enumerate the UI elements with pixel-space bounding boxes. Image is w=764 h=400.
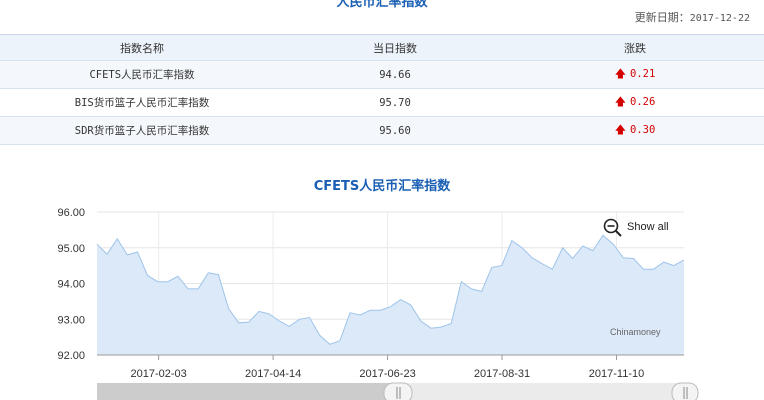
- index-value: 94.66: [284, 60, 506, 89]
- y-tick-label: 95.00: [57, 243, 85, 255]
- update-date: 2017-12-22: [689, 13, 750, 24]
- show-all-button[interactable]: Show all: [603, 218, 669, 237]
- up-arrow-icon: 🡅: [614, 67, 626, 80]
- y-tick-label: 92.00: [57, 350, 85, 362]
- area-fill: [97, 235, 684, 355]
- update-label: 更新日期：: [634, 11, 690, 24]
- header-change: 涨跌: [506, 34, 764, 61]
- y-tick-label: 93.00: [57, 314, 85, 326]
- table-header-row: 指数名称 当日指数 涨跌: [0, 34, 764, 61]
- index-change: 🡅 0.30: [506, 116, 764, 145]
- table-row: SDR货币篮子人民币汇率指数 95.60 🡅 0.30: [0, 116, 764, 145]
- change-value: 0.21: [630, 68, 656, 80]
- range-navigator: [97, 382, 699, 400]
- x-tick-label: 2017-08-31: [474, 368, 530, 380]
- chart-credit: Chinamoney: [610, 327, 661, 337]
- x-tick-label: 2017-02-03: [130, 368, 186, 380]
- zoom-out-icon: [603, 218, 622, 237]
- table-row: BIS货币篮子人民币汇率指数 95.70 🡅 0.26: [0, 88, 764, 117]
- cfets-index-chart: 92.00 93.00 94.00 95.00 96.00 2017-02-03 2017-…: [57, 207, 699, 400]
- navigator-unselected-range: [397, 383, 684, 400]
- x-tick-label: 2017-06-23: [359, 368, 415, 380]
- table-row: CFETS人民币汇率指数 94.66 🡅 0.21: [0, 60, 764, 89]
- x-tick-label: 2017-11-10: [589, 368, 644, 380]
- header-daily-index: 当日指数: [284, 34, 506, 61]
- rate-index-table: 指数名称 当日指数 涨跌 CFETS人民币汇率指数 94.66 🡅 0.21 BI…: [0, 34, 764, 145]
- change-value: 0.30: [630, 124, 656, 136]
- navigator-left-handle[interactable]: [383, 382, 413, 400]
- navigator-right-handle[interactable]: [671, 382, 699, 400]
- x-tick-label: 2017-04-14: [245, 368, 301, 380]
- index-value: 95.60: [284, 116, 506, 145]
- update-date-row: 更新日期：2017-12-22: [635, 9, 750, 25]
- show-all-label: Show all: [627, 221, 669, 233]
- index-name: CFETS人民币汇率指数: [0, 60, 284, 89]
- index-name: BIS货币篮子人民币汇率指数: [0, 88, 284, 117]
- y-tick-label: 96.00: [57, 207, 85, 219]
- navigator-selected-range[interactable]: [97, 383, 397, 400]
- change-value: 0.26: [630, 96, 656, 108]
- index-change: 🡅 0.26: [506, 88, 764, 117]
- index-name: SDR货币篮子人民币汇率指数: [0, 116, 284, 145]
- up-arrow-icon: 🡅: [614, 123, 626, 136]
- header-index-name: 指数名称: [0, 34, 284, 61]
- chart-title: CFETS人民币汇率指数: [313, 179, 451, 194]
- index-change: 🡅 0.21: [506, 60, 764, 89]
- index-value: 95.70: [284, 88, 506, 117]
- y-tick-label: 94.00: [57, 279, 85, 291]
- up-arrow-icon: 🡅: [614, 95, 626, 108]
